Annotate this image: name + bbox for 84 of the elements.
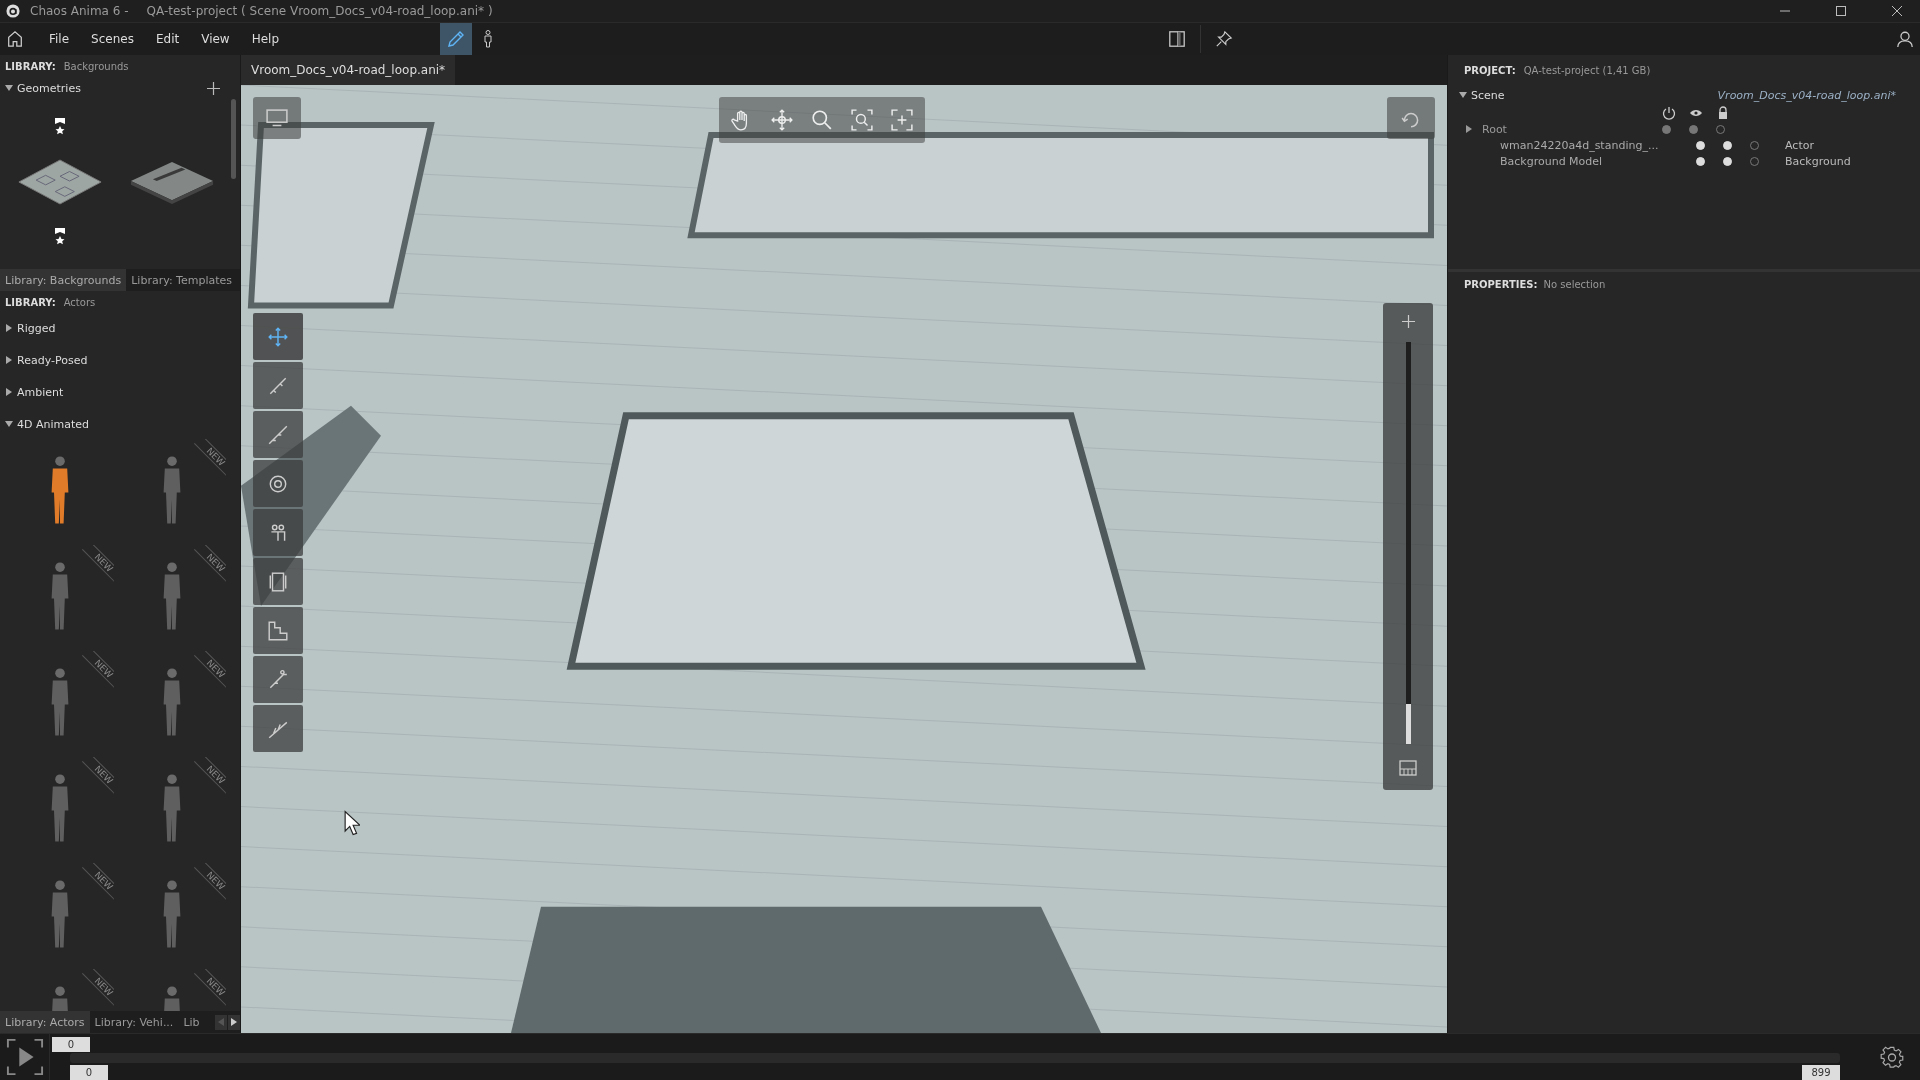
line-icon (267, 423, 289, 446)
library-label: LIBRARY: (5, 296, 56, 308)
scrollbar[interactable] (231, 99, 236, 179)
rotate-view-button[interactable] (1387, 97, 1435, 139)
item-type: Background (1785, 154, 1851, 168)
timeline-track[interactable] (70, 1053, 1840, 1063)
expand-arrow-icon[interactable] (6, 324, 12, 332)
expand-arrow-icon[interactable] (5, 421, 13, 427)
move-icon (267, 325, 289, 348)
scene-header[interactable]: Scene (1466, 84, 1510, 106)
orbit-tool-button[interactable] (253, 460, 303, 507)
scroll-right-button[interactable] (228, 1014, 240, 1030)
project-label: PROJECT: (1464, 64, 1516, 76)
library-label: LIBRARY: (5, 60, 56, 72)
end-frame-marker[interactable]: 899 (1802, 1065, 1840, 1080)
item-type: Actor (1785, 138, 1814, 152)
expand-arrow-icon[interactable] (1466, 125, 1472, 133)
menu-item[interactable]: Scenes (80, 23, 145, 55)
pin-icon[interactable] (1214, 30, 1233, 48)
library-name: Backgrounds (63, 60, 129, 72)
home-icon[interactable] (6, 30, 24, 48)
fit-view-icon[interactable] (891, 109, 913, 131)
category-header[interactable]: Ambient (12, 381, 69, 403)
menu-item[interactable]: Edit (144, 23, 191, 55)
visible-dot[interactable] (1689, 124, 1698, 134)
scene-tree-item[interactable]: Root (1482, 122, 1507, 136)
split-panel-icon[interactable] (1167, 30, 1186, 48)
expand-arrow-icon[interactable] (6, 356, 12, 364)
mouse-cursor-icon (344, 810, 360, 836)
close-icon (1891, 5, 1903, 17)
plus-icon[interactable] (1401, 315, 1415, 328)
maximize-icon (1835, 5, 1847, 17)
category-header[interactable]: Ready-Posed (12, 349, 93, 371)
current-frame-marker[interactable]: 0 (70, 1065, 108, 1080)
library-name: Actors (63, 296, 96, 308)
section-header[interactable]: Geometries (12, 77, 86, 99)
enabled-dot[interactable] (1662, 124, 1671, 134)
zoom-selection-icon[interactable] (851, 109, 873, 131)
category-header[interactable]: Rigged (12, 317, 61, 339)
properties-label: PROPERTIES: (1464, 278, 1538, 290)
app-logo-icon (6, 4, 20, 18)
escalator-icon (267, 668, 289, 691)
ramp-tool-button[interactable] (253, 705, 303, 752)
lock-icon (1716, 106, 1730, 120)
bookmark-star-icon (54, 227, 66, 246)
project-name: QA-test-project (1,41 GB) (1523, 64, 1651, 76)
camera-view-button[interactable] (253, 97, 301, 139)
move-tool-button[interactable] (253, 313, 303, 360)
left-arrow-icon (218, 1018, 224, 1026)
zoom-slider-fill[interactable] (1405, 342, 1411, 704)
menu-item[interactable]: File (38, 23, 81, 55)
search-icon[interactable] (811, 109, 833, 131)
library-tab[interactable]: Library: Backgrounds (0, 269, 127, 291)
expand-arrow-icon[interactable] (1459, 92, 1467, 98)
pencil-mode-button[interactable] (440, 23, 473, 55)
film-icon (267, 570, 289, 593)
menu-item[interactable]: Help (240, 23, 291, 55)
properties-value: No selection (1543, 278, 1606, 290)
category-header[interactable]: 4D Animated (12, 413, 95, 435)
user-icon[interactable] (1896, 30, 1914, 48)
window-title: QA-test-project ( Scene Vroom_Docs_v04-road_loop.ani* ) (146, 4, 493, 18)
document-tab[interactable]: Vroom_Docs_v04-road_loop.ani* (241, 55, 456, 85)
play-icon (5, 1038, 44, 1076)
stairs-icon (267, 619, 289, 642)
line-tool-button[interactable] (253, 411, 303, 458)
film-tool-button[interactable] (253, 558, 303, 605)
scene-file-name: Vroom_Docs_v04-road_loop.ani* (1717, 88, 1896, 102)
right-arrow-icon (231, 1018, 237, 1026)
settings-icon[interactable] (1880, 1046, 1904, 1070)
scene-tree-item[interactable]: Background Model (1500, 154, 1603, 168)
app-name: Chaos Anima 6 - (30, 4, 129, 18)
group-tool-button[interactable] (253, 509, 303, 556)
bookmark-star-icon (54, 117, 66, 136)
menu-item[interactable]: View (190, 23, 241, 55)
power-icon (1662, 106, 1676, 120)
expand-arrow-icon[interactable] (5, 85, 13, 91)
start-frame-marker[interactable]: 0 (52, 1037, 90, 1052)
expand-arrow-icon[interactable] (6, 388, 12, 396)
monitor-icon (266, 109, 288, 127)
scene-tree-item[interactable]: wman24220a4d_standing_... (1500, 138, 1659, 152)
add-icon[interactable] (207, 81, 220, 95)
ground-grid-icon[interactable] (1398, 758, 1418, 778)
library-tab[interactable]: Library: Actors (0, 1011, 90, 1033)
stairs-tool-button[interactable] (253, 607, 303, 654)
